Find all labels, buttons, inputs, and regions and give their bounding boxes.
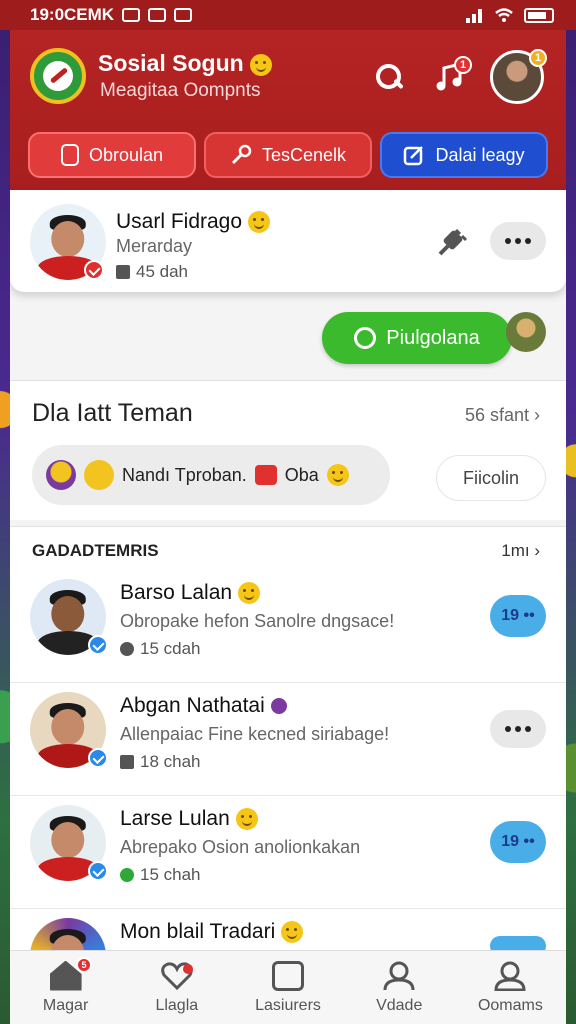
list-item[interactable]: Larse Lulan Abrepako Osion anolionkakan …: [10, 797, 566, 909]
app-title: Sosial Sogun: [98, 50, 272, 77]
nav-llagla[interactable]: Llagla: [121, 951, 232, 1024]
notification-icon: [148, 8, 167, 22]
section-title: Dla Iatt Teman: [32, 399, 193, 427]
chat-icon: [354, 327, 377, 349]
contact-name: Larse Lulan: [120, 807, 258, 831]
smiley-icon: [249, 53, 272, 76]
nav-vdade[interactable]: Vdade: [344, 951, 455, 1024]
nav-oomams[interactable]: Oomams: [455, 951, 566, 1024]
verified-icon: [88, 861, 108, 881]
more-options-button[interactable]: [490, 710, 546, 748]
heart-icon: [160, 961, 193, 990]
plug-icon[interactable]: [434, 226, 468, 260]
profile-name: Usarl Fidrago: [116, 210, 271, 234]
status-time: 19:0CEMK: [30, 5, 115, 24]
contact-message: Allenpaiac Fine kecned siriabage!: [120, 724, 390, 744]
mini-avatar: [506, 312, 546, 352]
profile-meta: 45 dah: [116, 262, 188, 282]
list-item[interactable]: Barso Lalan Obropake hefon Sanolre dngsa…: [10, 571, 566, 683]
app-window: Sosial Sogun Meagitaa Oompnts 1 1 Obroul…: [10, 30, 566, 1024]
smiley-icon: [326, 464, 349, 486]
primary-action-button[interactable]: Piulgolana: [322, 312, 512, 364]
notification-icon: [122, 8, 141, 22]
clock-icon: [120, 642, 134, 656]
status-dot-icon: [270, 698, 287, 715]
smiley-icon: [248, 211, 271, 234]
music-icon[interactable]: 1: [434, 56, 472, 94]
follow-button[interactable]: Fiicolin: [436, 455, 546, 501]
contact-meta: 15 chah: [120, 865, 201, 885]
contact-message: Obropake hefon Sanolre dngsace!: [120, 611, 395, 631]
smiley-icon: [235, 808, 258, 831]
thumb-icon: [116, 265, 130, 279]
person-icon: [383, 961, 415, 990]
chip-icon: [254, 465, 277, 485]
list-link[interactable]: 1mı ›: [501, 541, 540, 561]
profile-sub: Merarday: [116, 236, 193, 256]
list-title: GADADTEMRIS: [32, 541, 159, 560]
notification-icon: [174, 8, 193, 22]
smiley-icon: [238, 582, 261, 605]
profile-icon: [494, 961, 526, 991]
verified-icon: [88, 635, 108, 655]
app-logo: [30, 48, 86, 104]
tab-dalai-leagy[interactable]: Dalai leagy: [380, 132, 548, 178]
list-item[interactable]: Mon blail Tradari: [10, 910, 566, 994]
contacts-section: GADADTEMRIS 1mı › Barso Lalan Obropake h…: [10, 526, 566, 994]
sticker-icon: [84, 460, 114, 490]
battery-icon: [524, 7, 554, 23]
sticker-icon: [46, 460, 76, 490]
contact-meta: 15 cdah: [120, 639, 201, 659]
status-bar: 19:0CEMK: [0, 0, 576, 30]
user-avatar[interactable]: 1: [490, 49, 547, 104]
profile-card[interactable]: Usarl Fidrago Merarday 45 dah: [10, 190, 566, 292]
signal-icon: [466, 9, 482, 23]
friend-strip[interactable]: Nandı Tproban. Oba: [32, 445, 390, 505]
tab-bar: Obroulan TesCenelk Dalai leagy: [28, 132, 548, 180]
contact-meta: 18 chah: [120, 752, 201, 772]
nav-lasiurers[interactable]: Lasiurers: [232, 951, 343, 1024]
message-count-button[interactable]: 19 ••: [490, 821, 546, 863]
music-badge: 1: [454, 56, 472, 74]
contact-name: Abgan Nathatai: [120, 694, 287, 718]
search-icon[interactable]: [372, 60, 406, 94]
list-item[interactable]: Abgan Nathatai Allenpaiac Fine kecned si…: [10, 684, 566, 796]
tab-tescenelk[interactable]: TesCenelk: [204, 132, 372, 178]
verified-icon: [88, 748, 108, 768]
contact-message: Abrepako Osion anolionkakan: [120, 837, 361, 857]
thumb-icon: [120, 755, 134, 769]
smiley-icon: [281, 921, 304, 944]
app-subtitle: Meagitaa Oompnts: [100, 80, 261, 101]
friends-section: Dla Iatt Teman 56 sfant › Nandı Tproban.…: [10, 380, 566, 520]
contact-name: Barso Lalan: [120, 581, 261, 605]
message-count-button[interactable]: 19 ••: [490, 595, 546, 637]
tab-obroulan[interactable]: Obroulan: [28, 132, 196, 178]
more-options-button[interactable]: [490, 222, 546, 260]
avatar-badge: 1: [529, 49, 547, 67]
status-badge: [84, 260, 104, 280]
contact-name: Mon blail Tradari: [120, 920, 304, 944]
wrench-icon: [231, 144, 252, 165]
info-icon: [60, 144, 79, 166]
bottom-nav: 5 Magar Llagla Lasiurers Vdade Oomams: [10, 950, 566, 1024]
section-link[interactable]: 56 sfant ›: [465, 405, 540, 426]
nav-badge: 5: [76, 957, 92, 973]
nav-home[interactable]: 5 Magar: [10, 951, 121, 1024]
image-icon: [272, 960, 304, 991]
wifi-icon: [495, 8, 513, 22]
edit-icon: [404, 146, 424, 166]
app-header: Sosial Sogun Meagitaa Oompnts 1 1 Obroul…: [10, 30, 566, 190]
check-icon: [120, 868, 134, 882]
